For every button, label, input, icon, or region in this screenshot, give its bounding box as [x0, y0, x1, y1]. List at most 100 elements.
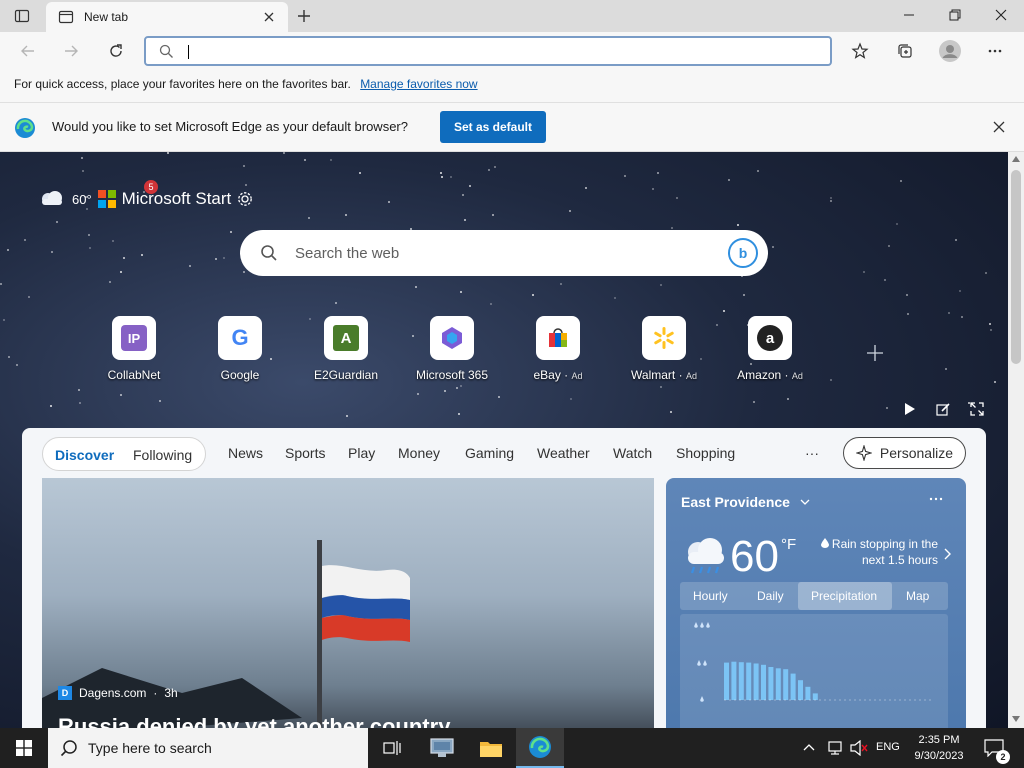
- star: [900, 180, 902, 182]
- weather-tab-hourly[interactable]: Hourly: [693, 589, 728, 603]
- brand-title[interactable]: Microsoft Start: [122, 189, 232, 209]
- address-bar[interactable]: [144, 36, 832, 66]
- star: [78, 389, 80, 391]
- file-explorer-icon[interactable]: [467, 728, 515, 768]
- task-view-icon[interactable]: [368, 728, 416, 768]
- close-infobar-icon[interactable]: [992, 120, 1006, 134]
- refresh-button[interactable]: [102, 37, 130, 65]
- new-tab-button[interactable]: [296, 8, 312, 24]
- star: [469, 185, 471, 187]
- collections-button[interactable]: [891, 37, 919, 65]
- tab-news[interactable]: News: [228, 445, 263, 461]
- forward-button[interactable]: [57, 37, 85, 65]
- weather-tab-precipitation[interactable]: Precipitation: [811, 589, 877, 603]
- more-tabs-button[interactable]: ···: [805, 445, 819, 461]
- tab-sports[interactable]: Sports: [285, 445, 325, 461]
- article-card[interactable]: D Dagens.com · 3h Russia denied by yet ano…: [42, 478, 654, 728]
- quick-link-label-text: Walmart: [631, 368, 676, 382]
- weather-tab-daily[interactable]: Daily: [757, 589, 784, 603]
- quick-link-label: CollabNet: [107, 368, 161, 382]
- start-button[interactable]: [0, 728, 48, 768]
- weather-tabs: Hourly Daily Precipitation Map: [680, 582, 948, 610]
- ad-label: Ad: [571, 371, 583, 381]
- tab-watch[interactable]: Watch: [613, 445, 652, 461]
- notification-badge[interactable]: 5: [144, 180, 158, 194]
- precipitation-bar: [746, 662, 752, 700]
- add-favorite-button[interactable]: [846, 37, 874, 65]
- restore-button[interactable]: [932, 0, 978, 30]
- more-menu-icon[interactable]: [981, 37, 1009, 65]
- clock[interactable]: 2:35 PM 9/30/2023: [906, 732, 972, 764]
- precipitation-bar: [724, 662, 729, 700]
- tab-new-tab[interactable]: New tab: [46, 2, 288, 32]
- tab-money[interactable]: Money: [398, 445, 440, 461]
- weather-more-icon[interactable]: [929, 496, 943, 502]
- page-scrollbar[interactable]: [1008, 152, 1024, 728]
- quick-link-google[interactable]: G Google: [190, 316, 290, 382]
- quick-link-collabnet[interactable]: IP CollabNet: [84, 316, 184, 382]
- star: [462, 194, 464, 196]
- weather-mini-temp[interactable]: 60°: [72, 192, 92, 207]
- scroll-up-icon[interactable]: [1012, 156, 1020, 162]
- play-background-icon[interactable]: [902, 402, 916, 416]
- quick-link-e2guardian[interactable]: A E2Guardian: [296, 316, 396, 382]
- weather-tab-map[interactable]: Map: [906, 589, 929, 603]
- weather-location[interactable]: East Providence: [681, 494, 810, 510]
- scrollbar-thumb[interactable]: [1011, 170, 1021, 364]
- personalize-button[interactable]: Personalize: [843, 437, 966, 469]
- tab-actions-icon[interactable]: [14, 8, 30, 24]
- tab-following[interactable]: Following: [133, 447, 192, 463]
- tab-weather[interactable]: Weather: [537, 445, 590, 461]
- windows-taskbar: Type here to search ENG 2:35 PM 9/30/202…: [0, 728, 1024, 768]
- address-input[interactable]: [186, 42, 806, 60]
- star: [51, 251, 53, 253]
- tab-gaming[interactable]: Gaming: [465, 445, 514, 461]
- minimize-button[interactable]: [886, 0, 932, 30]
- article-headline[interactable]: Russia denied by yet another country: [58, 714, 450, 728]
- taskbar-search-box[interactable]: Type here to search: [48, 728, 368, 768]
- precipitation-bar: [783, 669, 789, 700]
- favorites-bar: For quick access, place your favorites h…: [0, 70, 1024, 103]
- close-tab-icon[interactable]: [262, 10, 276, 24]
- scroll-down-icon[interactable]: [1012, 716, 1020, 722]
- web-search-box[interactable]: Search the web b: [240, 230, 768, 276]
- edit-background-icon[interactable]: [936, 402, 950, 416]
- settings-gear-icon[interactable]: [237, 191, 253, 207]
- back-button[interactable]: [14, 37, 42, 65]
- quick-link-walmart[interactable]: Walmart · Ad: [614, 316, 714, 382]
- precipitation-chart-svg: [694, 622, 932, 702]
- source-logo-icon: D: [58, 686, 72, 700]
- manage-favorites-link[interactable]: Manage favorites now: [360, 77, 477, 91]
- quick-link-ebay[interactable]: eBay · Ad: [508, 316, 608, 382]
- notification-count-badge: 2: [996, 750, 1010, 764]
- tab-play[interactable]: Play: [348, 445, 375, 461]
- volume-muted-icon[interactable]: [850, 740, 868, 756]
- weather-description: Rain stopping in the next 1.5 hours: [816, 536, 938, 568]
- star: [830, 200, 832, 202]
- feed-mode-toggle: Discover Following: [42, 437, 206, 471]
- quick-link-microsoft-365[interactable]: Microsoft 365: [402, 316, 502, 382]
- tab-discover[interactable]: Discover: [55, 447, 114, 463]
- fullscreen-icon[interactable]: [970, 402, 984, 416]
- input-language[interactable]: ENG: [876, 741, 900, 753]
- tab-shopping[interactable]: Shopping: [676, 445, 735, 461]
- add-quick-link-icon[interactable]: [866, 344, 884, 362]
- weather-unit[interactable]: °F: [781, 536, 796, 553]
- network-tray-icon[interactable]: [826, 740, 844, 756]
- rain-cloud-icon: [680, 534, 728, 576]
- bing-chat-icon[interactable]: b: [728, 238, 758, 268]
- star: [28, 296, 30, 298]
- profile-avatar[interactable]: [936, 37, 964, 65]
- precipitation-bar: [798, 680, 803, 700]
- star: [112, 240, 114, 242]
- star: [532, 294, 534, 296]
- quick-link-amazon[interactable]: a Amazon · Ad: [720, 316, 820, 382]
- set-as-default-button[interactable]: Set as default: [440, 111, 546, 143]
- weather-cloud-icon: [36, 189, 66, 209]
- show-hidden-icons-icon[interactable]: [803, 742, 815, 752]
- close-window-button[interactable]: [978, 0, 1024, 30]
- star: [657, 172, 659, 174]
- chevron-right-icon[interactable]: [944, 548, 952, 560]
- edge-taskbar-icon[interactable]: [516, 728, 564, 768]
- network-app-icon[interactable]: [418, 728, 466, 768]
